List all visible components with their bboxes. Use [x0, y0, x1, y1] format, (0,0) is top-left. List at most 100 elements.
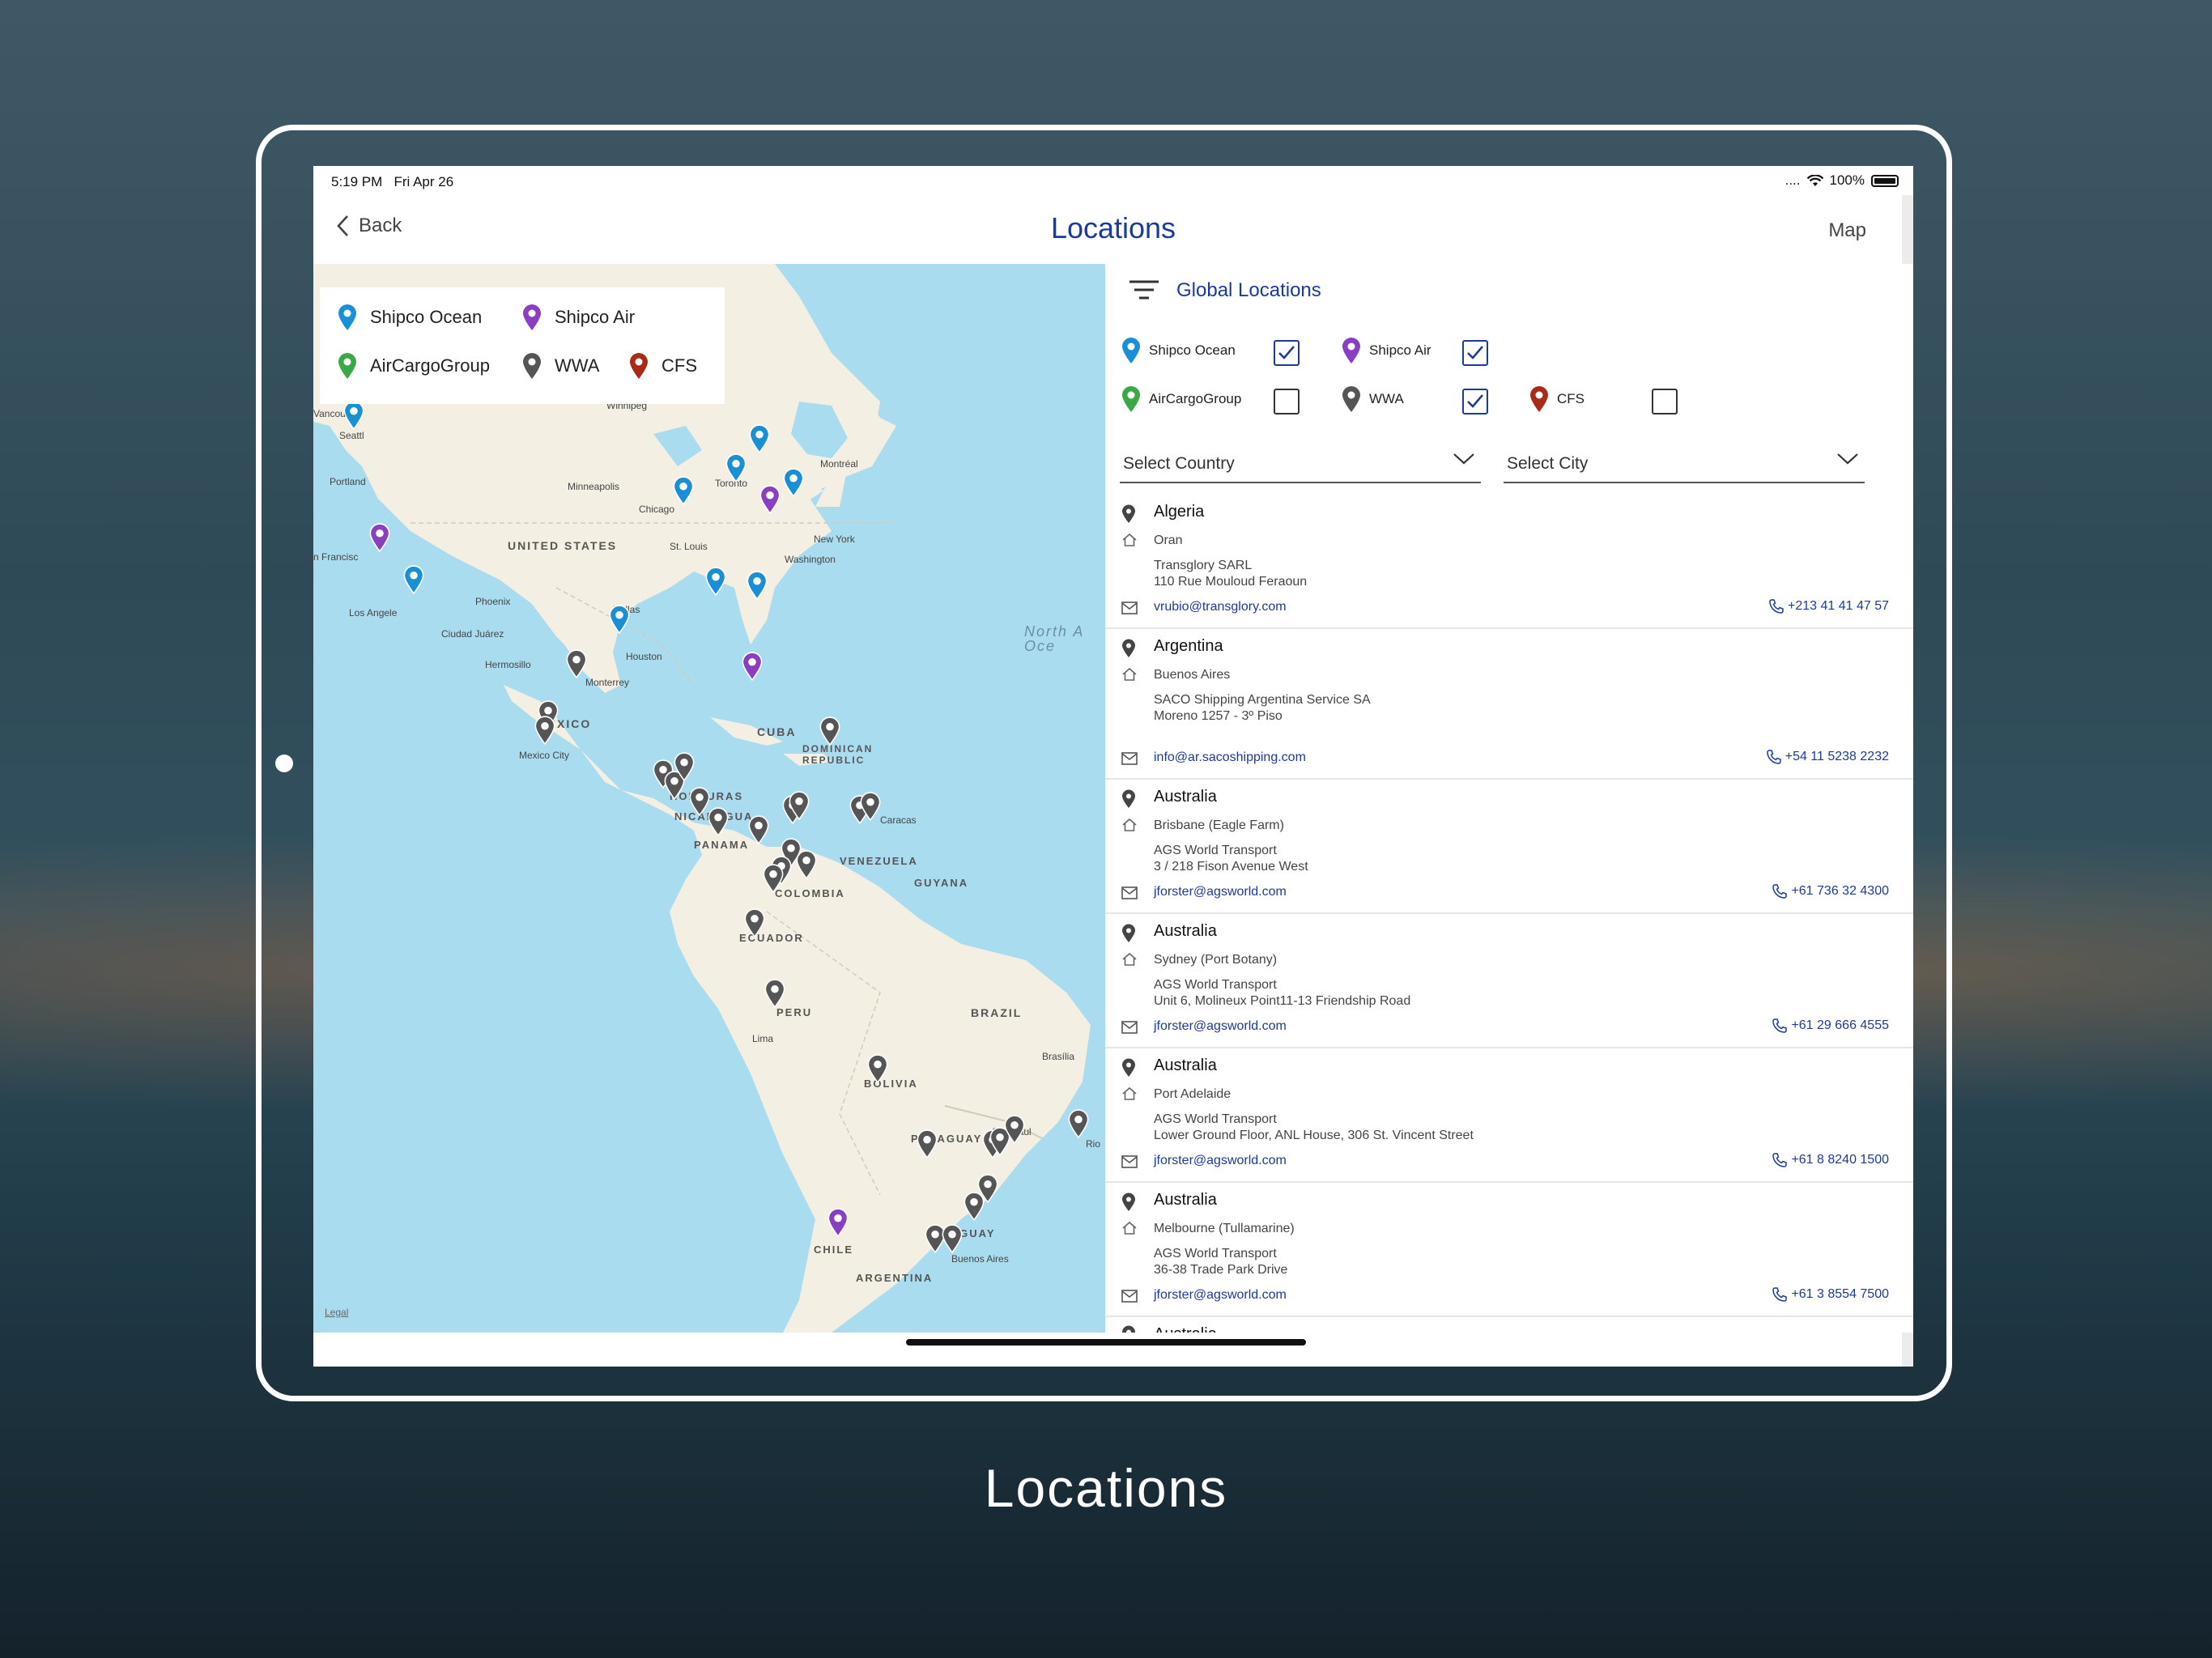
home-icon — [1122, 952, 1137, 966]
location-city: Melbourne (Tullamarine) — [1154, 1222, 1295, 1235]
label-chile: CHILE — [814, 1244, 853, 1256]
location-pin-icon — [1122, 504, 1135, 523]
map-pin-icon — [763, 864, 784, 894]
map-pin-icon — [523, 304, 541, 330]
map-marker[interactable] — [534, 716, 555, 746]
map-marker[interactable] — [783, 468, 804, 498]
map-marker[interactable] — [343, 401, 364, 431]
city-st-louis: St. Louis — [670, 541, 708, 552]
battery-percent: 100% — [1829, 172, 1865, 188]
location-phone[interactable]: +213 41 41 47 57 — [1768, 598, 1889, 614]
phone-icon — [1769, 599, 1784, 614]
city-washington: Washington — [785, 554, 836, 565]
map-pin-icon — [338, 304, 356, 330]
checkbox-shipco-air[interactable] — [1462, 340, 1488, 366]
location-entry[interactable]: Algeria Oran Transglory SARL 110 Rue Moulou… — [1105, 495, 1913, 629]
checkbox-aircargogroup[interactable] — [1274, 389, 1300, 414]
filter-label: Shipco Ocean — [1149, 342, 1236, 358]
map-marker[interactable] — [789, 791, 810, 821]
map-marker[interactable] — [942, 1224, 963, 1254]
location-country: Australia — [1154, 1325, 1217, 1333]
map-marker[interactable] — [1004, 1115, 1025, 1145]
checkbox-shipco-ocean[interactable] — [1274, 340, 1300, 366]
map-marker[interactable] — [796, 850, 817, 880]
mail-icon — [1121, 886, 1138, 899]
map-marker[interactable] — [708, 807, 729, 837]
map-marker[interactable] — [705, 567, 726, 597]
map-pin-icon — [764, 979, 785, 1009]
map-view[interactable]: UNITED STATES MEXICO CUBA DOMINICAN REPU… — [313, 264, 1105, 1333]
location-country: Australia — [1154, 922, 1217, 940]
phone-number: +54 11 5238 2232 — [1784, 750, 1889, 763]
location-pin-wrap — [1121, 1058, 1136, 1082]
location-email[interactable]: info@ar.sacoshipping.com — [1154, 750, 1306, 765]
location-country: Argentina — [1154, 637, 1223, 655]
check-icon — [1467, 346, 1483, 359]
location-email[interactable]: jforster@agsworld.com — [1154, 1154, 1287, 1168]
map-marker[interactable] — [860, 792, 881, 822]
location-phone[interactable]: +61 29 666 4555 — [1772, 1018, 1889, 1034]
location-phone[interactable]: +61 736 32 4300 — [1772, 883, 1889, 899]
location-phone[interactable]: +61 3 8554 7500 — [1772, 1286, 1889, 1303]
map-pin-icon — [1530, 386, 1548, 412]
home-icon-wrap — [1121, 532, 1138, 552]
location-country: Algeria — [1154, 503, 1205, 521]
label-brazil: BRAZIL — [971, 1006, 1023, 1019]
map-marker[interactable] — [748, 815, 769, 845]
location-phone[interactable]: +54 11 5238 2232 — [1766, 749, 1889, 765]
map-marker[interactable] — [744, 908, 765, 938]
location-entry[interactable]: Australia Brisbane (Eagle Farm) AGS World … — [1105, 780, 1913, 914]
map-marker[interactable] — [742, 652, 763, 682]
location-email[interactable]: jforster@agsworld.com — [1154, 885, 1287, 899]
map-pin-icon — [744, 908, 765, 938]
map-marker[interactable] — [566, 649, 587, 679]
company-address: Unit 6, Molineux Point11-13 Friendship R… — [1154, 994, 1411, 1008]
map-marker[interactable] — [917, 1129, 938, 1159]
map-marker[interactable] — [763, 864, 784, 894]
legal-link[interactable]: Legal — [325, 1307, 348, 1318]
label-peru: PERU — [776, 1006, 813, 1018]
location-email[interactable]: jforster@agsworld.com — [1154, 1288, 1287, 1303]
map-marker[interactable] — [759, 485, 781, 515]
map-marker[interactable] — [369, 523, 390, 553]
locations-list[interactable]: Algeria Oran Transglory SARL 110 Rue Moulou… — [1105, 495, 1913, 1333]
city-houston: Houston — [626, 651, 662, 662]
city-select[interactable]: Select City — [1504, 446, 1865, 483]
map-marker[interactable] — [673, 476, 694, 506]
checkbox-wwa[interactable] — [1462, 389, 1488, 414]
location-entry[interactable]: Argentina Buenos Aires SACO Shipping Argen… — [1105, 629, 1913, 780]
location-entry-partial[interactable]: Australia — [1105, 1317, 1913, 1333]
map-marker[interactable] — [827, 1208, 849, 1238]
map-button[interactable]: Map — [1828, 219, 1866, 242]
location-phone[interactable]: +61 8 8240 1500 — [1772, 1152, 1889, 1168]
location-entry[interactable]: Australia Melbourne (Tullamarine) AGS Worl… — [1105, 1183, 1913, 1317]
map-pin-icon — [796, 850, 817, 880]
company-address: Lower Ground Floor, ANL House, 306 St. V… — [1154, 1129, 1474, 1142]
location-entry[interactable]: Australia Sydney (Port Botany) AGS World T… — [1105, 914, 1913, 1048]
map-marker[interactable] — [403, 565, 424, 595]
battery-icon — [1871, 174, 1899, 187]
map-marker[interactable] — [764, 979, 785, 1009]
label-argentina: ARGENTINA — [856, 1272, 934, 1284]
map-marker[interactable] — [674, 752, 695, 782]
status-bar: 5:19 PM Fri Apr 26 .... 100% — [313, 166, 1913, 195]
location-pin-wrap — [1121, 639, 1136, 662]
map-marker[interactable] — [1068, 1109, 1089, 1139]
map-pin-icon — [673, 476, 694, 506]
map-marker[interactable] — [609, 605, 630, 635]
checkbox-cfs[interactable] — [1652, 389, 1678, 414]
company-address: 36-38 Trade Park Drive — [1154, 1263, 1288, 1277]
location-email[interactable]: jforster@agsworld.com — [1154, 1019, 1287, 1034]
location-email[interactable]: vrubio@transglory.com — [1154, 600, 1287, 614]
map-marker[interactable] — [749, 424, 770, 454]
country-select[interactable]: Select Country — [1120, 446, 1481, 483]
map-marker[interactable] — [867, 1054, 888, 1084]
location-entry[interactable]: Australia Port Adelaide AGS World Transpor… — [1105, 1048, 1913, 1183]
map-marker[interactable] — [819, 716, 840, 746]
map-legend: Shipco Ocean Shipco Air AirCargoGroup WW… — [320, 287, 725, 404]
map-marker[interactable] — [747, 571, 768, 601]
map-marker[interactable] — [963, 1192, 985, 1222]
map-pin-icon — [747, 571, 768, 601]
map-marker[interactable] — [725, 453, 747, 483]
filter-header[interactable]: Global Locations — [1128, 278, 1321, 303]
